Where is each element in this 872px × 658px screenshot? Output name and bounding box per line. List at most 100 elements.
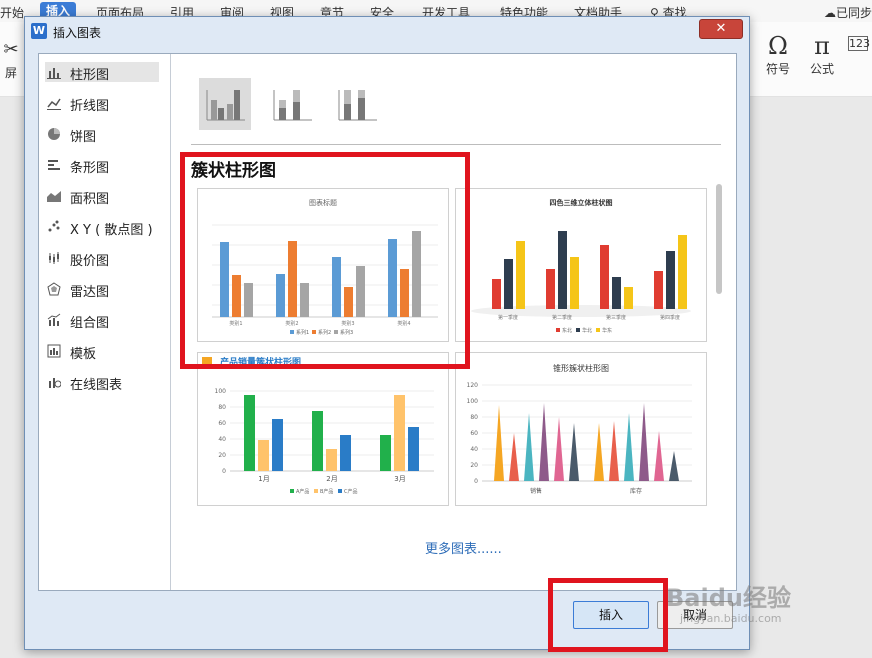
template-thumbnail-cone[interactable]: 锥形簇状柱形图 120 100 80 60 40 20 0 销售 库存 — [455, 352, 707, 506]
highlight-box-chart — [180, 152, 470, 369]
svg-text:100: 100 — [467, 398, 479, 405]
category-label: 第三季度 — [606, 314, 626, 321]
close-button[interactable]: ✕ — [699, 19, 743, 39]
sidebar-item-scatter[interactable]: X Y ( 散点图 ) — [45, 217, 159, 238]
symbol-button[interactable]: Ω 符号 — [760, 32, 796, 77]
pie-chart-icon-svg — [48, 128, 60, 140]
legend-label: A产品 — [296, 488, 309, 495]
online-chart-icon — [47, 375, 62, 389]
numbering-button[interactable]: 123 — [848, 36, 872, 51]
content-scrollbar[interactable] — [716, 184, 722, 294]
template-icon-svg — [47, 344, 61, 358]
bar-chart-icon-svg — [47, 68, 61, 79]
horizontal-bar-icon — [47, 158, 61, 172]
sidebar-item-template[interactable]: 模板 — [45, 341, 159, 362]
category-label: 1月 — [258, 475, 269, 483]
clustered-column-icon — [206, 90, 245, 121]
subtype-percent-stacked-column[interactable] — [331, 78, 383, 130]
stock-chart-icon — [47, 251, 61, 265]
chart-type-sidebar: 柱形图 折线图 饼图 条形图 面积图 X Y (散点图) 股价图 雷达图 组… — [39, 54, 171, 590]
menu-home[interactable]: 开始 — [0, 4, 24, 21]
horizontal-bar-icon-svg — [48, 160, 60, 170]
dialog-titlebar[interactable]: W 插入图表 ✕ — [25, 17, 749, 45]
category-label: 3月 — [394, 475, 405, 483]
sidebar-label: 组合图 — [70, 316, 110, 331]
dialog-title: 插入图表 — [53, 26, 102, 40]
radar-chart-icon-svg — [47, 282, 61, 296]
formula-button[interactable]: π 公式 — [804, 32, 840, 77]
area-chart-icon-svg — [47, 191, 61, 202]
sidebar-label: 雷达图 — [70, 285, 110, 300]
sidebar-item-area[interactable]: 面积图 — [45, 186, 159, 207]
combo-chart-icon-svg — [47, 313, 61, 326]
ribbon-screenshot-button[interactable]: ✂ 屏 — [0, 36, 22, 81]
category-label: 第四季度 — [660, 314, 680, 321]
sidebar-label: 条形图 — [70, 161, 110, 176]
legend-label: C产品 — [344, 488, 358, 495]
svg-text:80: 80 — [218, 404, 226, 411]
svg-text:80: 80 — [470, 414, 478, 421]
subtype-stacked-column[interactable] — [266, 78, 318, 130]
category-label: 第一季度 — [498, 314, 518, 321]
sidebar-label: 折线图 — [70, 99, 110, 114]
template-thumbnail-product-sales[interactable]: 产品销量簇状柱形图 100 80 60 40 20 0 1月 2月 3月 A产品… — [197, 352, 449, 506]
legend-label: 东北 — [562, 327, 572, 334]
line-chart-icon-svg — [47, 98, 61, 110]
svg-text:120: 120 — [467, 382, 479, 389]
sidebar-item-line[interactable]: 折线图 — [45, 93, 159, 114]
symbol-label: 符号 — [765, 62, 790, 76]
scissors-icon: ✂ — [3, 39, 19, 60]
subtype-clustered-column[interactable] — [199, 78, 251, 130]
cloud-icon: ☁ — [824, 6, 836, 20]
pie-chart-icon — [47, 127, 61, 141]
svg-text:20: 20 — [218, 452, 226, 459]
sidebar-label: 面积图 — [70, 192, 110, 207]
separator — [191, 144, 721, 145]
template-icon — [47, 344, 61, 358]
thumb-title: 四色三维立体柱状图 — [550, 198, 613, 207]
combo-chart-icon — [47, 313, 61, 327]
legend-label: 华北 — [582, 327, 592, 334]
sidebar-item-online[interactable]: 在线图表 — [45, 372, 159, 393]
sidebar-item-combo[interactable]: 组合图 — [45, 310, 159, 331]
baidu-watermark: Baidu经验 — [666, 584, 791, 612]
sidebar-label: 在线图表 — [70, 378, 123, 393]
svg-text:60: 60 — [470, 430, 478, 437]
scatter-icon-svg — [48, 220, 60, 232]
category-label: 第二季度 — [552, 314, 572, 321]
category-label: 库存 — [630, 487, 642, 495]
radar-chart-icon — [47, 282, 61, 296]
area-chart-icon — [47, 189, 61, 203]
scatter-icon — [47, 220, 61, 234]
svg-text:100: 100 — [215, 388, 227, 395]
omega-icon: Ω — [768, 32, 788, 60]
category-label: 2月 — [326, 475, 337, 483]
sidebar-item-column[interactable]: 柱形图 — [45, 62, 159, 83]
category-label: 销售 — [530, 487, 542, 495]
svg-text:0: 0 — [474, 478, 478, 485]
sidebar-label: 股价图 — [70, 254, 110, 269]
sidebar-item-radar[interactable]: 雷达图 — [45, 279, 159, 300]
svg-text:60: 60 — [218, 420, 226, 427]
sidebar-item-pie[interactable]: 饼图 — [45, 124, 159, 145]
sidebar-label: 饼图 — [70, 130, 97, 145]
cone-column-preview: 锥形簇状柱形图 12010080 6040200 销售 库存 — [467, 363, 692, 495]
3d-column-preview: 四色三维立体柱状图 第一季度 第二季度 第三季度 第四季度 东北 华北 华东 — [471, 198, 691, 334]
sync-label: 已同步 — [836, 6, 872, 20]
thumb-title: 锥形簇状柱形图 — [553, 363, 609, 373]
sync-status[interactable]: ☁已同步 — [824, 4, 872, 21]
bar-chart-icon — [47, 65, 61, 79]
baidu-watermark-url: jingyan.baidu.com — [680, 612, 782, 625]
template-thumbnail-3d[interactable]: 四色三维立体柱状图 第一季度 第二季度 第三季度 第四季度 东北 华北 华东 — [455, 188, 707, 342]
stock-chart-icon-svg — [49, 252, 59, 264]
online-chart-icon-svg — [49, 378, 62, 388]
legend-label: B产品 — [320, 488, 333, 495]
wps-app-icon: W — [31, 23, 47, 39]
svg-text:0: 0 — [222, 468, 226, 475]
line-chart-icon — [47, 96, 61, 110]
more-charts-link[interactable]: 更多图表...... — [425, 538, 502, 557]
ribbon-left-label: 屏 — [4, 66, 17, 80]
sidebar-item-stock[interactable]: 股价图 — [45, 248, 159, 269]
sidebar-item-bar[interactable]: 条形图 — [45, 155, 159, 176]
stacked-column-icon — [273, 90, 312, 121]
